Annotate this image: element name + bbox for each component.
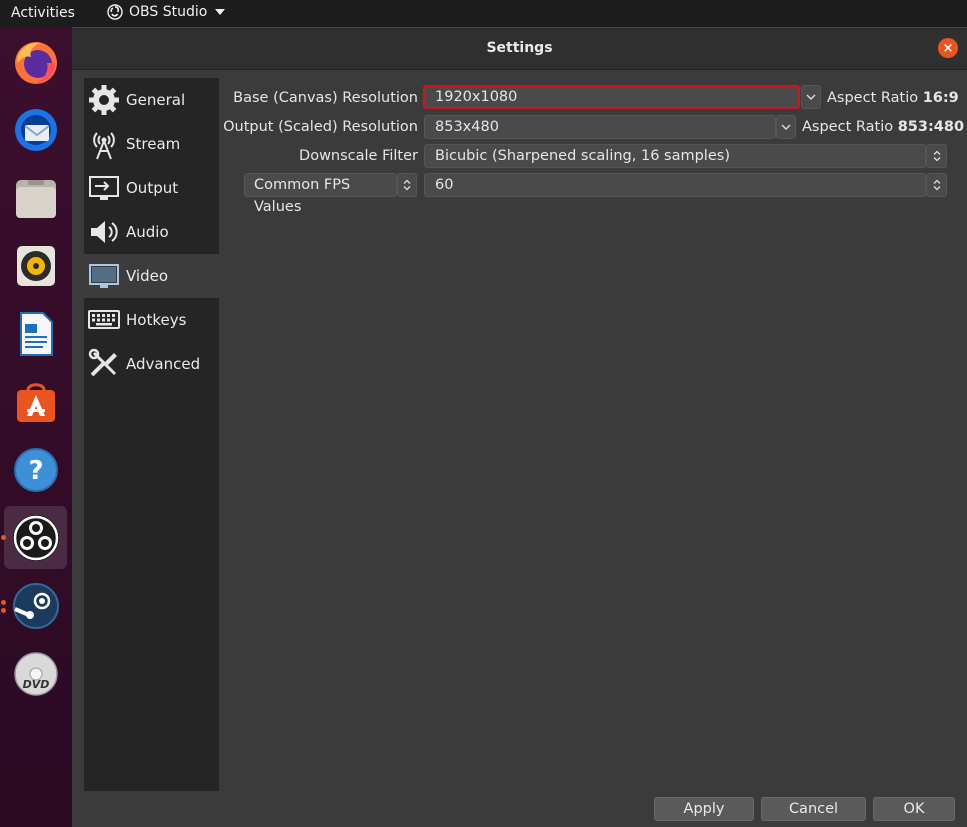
sidebar-item-label: General bbox=[126, 91, 186, 109]
title-bar: Settings × bbox=[72, 28, 967, 70]
base-resolution-dropdown[interactable] bbox=[801, 85, 821, 109]
dock-item-firefox[interactable] bbox=[4, 30, 67, 93]
close-icon: × bbox=[942, 40, 954, 56]
downscale-filter-spinner[interactable] bbox=[926, 144, 947, 168]
fps-type-label: Common FPS Values bbox=[254, 177, 351, 215]
running-indicator bbox=[1, 608, 6, 613]
updown-arrows-icon bbox=[933, 179, 940, 191]
cancel-button[interactable]: Cancel bbox=[761, 797, 866, 821]
monitor-icon bbox=[86, 258, 122, 294]
sidebar-item-output[interactable]: Output bbox=[84, 166, 219, 210]
base-resolution-label: Base (Canvas) Resolution bbox=[233, 90, 418, 106]
dock-item-files[interactable] bbox=[4, 166, 67, 229]
aspect-ratio-value: 853:480 bbox=[897, 119, 965, 135]
sidebar-item-label: Video bbox=[126, 267, 169, 285]
sidebar-item-label: Advanced bbox=[126, 355, 201, 373]
fps-value-spinner[interactable] bbox=[926, 173, 947, 197]
downscale-filter-select[interactable]: Bicubic (Sharpened scaling, 16 samples) bbox=[424, 144, 926, 168]
dock-item-help[interactable]: ? bbox=[4, 438, 67, 501]
gear-icon bbox=[86, 82, 122, 118]
sidebar-item-label: Hotkeys bbox=[126, 311, 187, 329]
sidebar-item-label: Stream bbox=[126, 135, 181, 153]
sidebar-item-label: Audio bbox=[126, 223, 169, 241]
rhythmbox-icon bbox=[16, 245, 55, 286]
sidebar-item-hotkeys[interactable]: Hotkeys bbox=[84, 298, 219, 342]
help-icon: ? bbox=[13, 447, 58, 492]
app-name: OBS Studio bbox=[129, 4, 208, 20]
updown-arrows-icon bbox=[403, 179, 411, 191]
libreoffice-writer-icon bbox=[19, 311, 53, 356]
files-icon bbox=[15, 179, 56, 218]
output-icon bbox=[86, 170, 122, 206]
dock-item-software[interactable] bbox=[4, 370, 67, 433]
tools-icon bbox=[86, 346, 122, 382]
base-aspect-ratio: Aspect Ratio 16:9 bbox=[827, 90, 959, 106]
keyboard-icon bbox=[86, 302, 122, 338]
output-resolution-label: Output (Scaled) Resolution bbox=[223, 119, 418, 135]
output-resolution-dropdown[interactable] bbox=[776, 115, 796, 139]
sidebar-item-advanced[interactable]: Advanced bbox=[84, 342, 219, 386]
dock-item-writer[interactable] bbox=[4, 302, 67, 365]
sidebar-item-video[interactable]: Video bbox=[84, 254, 219, 298]
sidebar-item-stream[interactable]: Stream bbox=[84, 122, 219, 166]
dock: ? DVD bbox=[0, 27, 72, 827]
dock-item-steam[interactable] bbox=[4, 574, 67, 637]
window-title: Settings bbox=[486, 40, 553, 56]
base-resolution-input[interactable]: 1920x1080 bbox=[423, 85, 800, 109]
obs-studio-icon bbox=[12, 514, 59, 561]
firefox-icon bbox=[14, 41, 57, 84]
svg-text:?: ? bbox=[28, 456, 43, 486]
top-bar: Activities OBS Studio bbox=[0, 0, 967, 27]
obs-logo-icon bbox=[107, 4, 123, 20]
aspect-ratio-prefix: Aspect Ratio bbox=[827, 90, 919, 106]
aspect-ratio-value: 16:9 bbox=[922, 90, 959, 106]
sidebar-item-audio[interactable]: Audio bbox=[84, 210, 219, 254]
downscale-filter-label: Downscale Filter bbox=[299, 148, 418, 164]
thunderbird-icon bbox=[14, 108, 57, 151]
app-menu[interactable]: OBS Studio bbox=[107, 4, 226, 20]
antenna-icon bbox=[86, 126, 122, 162]
chevron-down-icon bbox=[781, 124, 791, 130]
output-resolution-input[interactable]: 853x480 bbox=[424, 115, 776, 139]
settings-sidebar: General Stream Output Audio Video Hotkey… bbox=[84, 78, 219, 791]
fps-type-select[interactable]: Common FPS Values bbox=[244, 173, 397, 215]
output-aspect-ratio: Aspect Ratio 853:480 bbox=[802, 119, 964, 135]
fps-value-select[interactable]: 60 bbox=[424, 173, 926, 197]
speaker-icon bbox=[86, 214, 122, 250]
chevron-down-icon bbox=[806, 94, 816, 100]
svg-text:DVD: DVD bbox=[22, 678, 49, 691]
dock-item-obs[interactable] bbox=[4, 506, 67, 569]
chevron-down-icon bbox=[215, 9, 226, 15]
close-button[interactable]: × bbox=[938, 38, 958, 58]
running-indicator bbox=[1, 600, 6, 605]
steam-icon bbox=[12, 582, 59, 629]
dvd-icon: DVD bbox=[13, 651, 58, 696]
settings-window: Settings × General Stream Output Audio V… bbox=[72, 27, 967, 827]
apply-button[interactable]: Apply bbox=[654, 797, 754, 821]
dock-item-thunderbird[interactable] bbox=[4, 98, 67, 161]
fps-type-spinner[interactable] bbox=[397, 173, 417, 197]
aspect-ratio-prefix: Aspect Ratio bbox=[802, 119, 894, 135]
ok-button[interactable]: OK bbox=[873, 797, 955, 821]
activities-button[interactable]: Activities bbox=[11, 5, 75, 21]
updown-arrows-icon bbox=[933, 150, 940, 162]
running-indicator bbox=[1, 535, 6, 540]
ubuntu-software-icon bbox=[16, 382, 55, 422]
dock-item-rhythmbox[interactable] bbox=[4, 234, 67, 297]
dock-item-dvd[interactable]: DVD bbox=[4, 642, 67, 705]
sidebar-item-general[interactable]: General bbox=[84, 78, 219, 122]
sidebar-item-label: Output bbox=[126, 179, 179, 197]
